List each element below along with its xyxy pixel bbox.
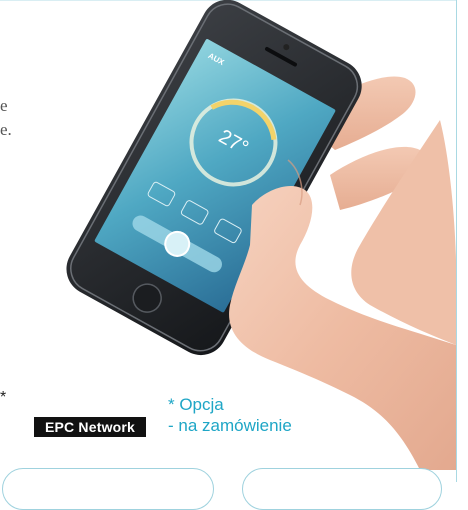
option-note-line-2: - na zamówienie	[168, 416, 292, 435]
bottom-right-pill-button[interactable]	[242, 468, 442, 510]
epc-network-badge: EPC Network	[34, 417, 146, 437]
hand-holding-phone-image: 27° AUX	[66, 0, 456, 470]
badge-asterisk: *	[0, 389, 7, 406]
bottom-left-pill-button[interactable]	[2, 468, 214, 510]
option-note-line-1: * Opcja	[168, 395, 224, 414]
